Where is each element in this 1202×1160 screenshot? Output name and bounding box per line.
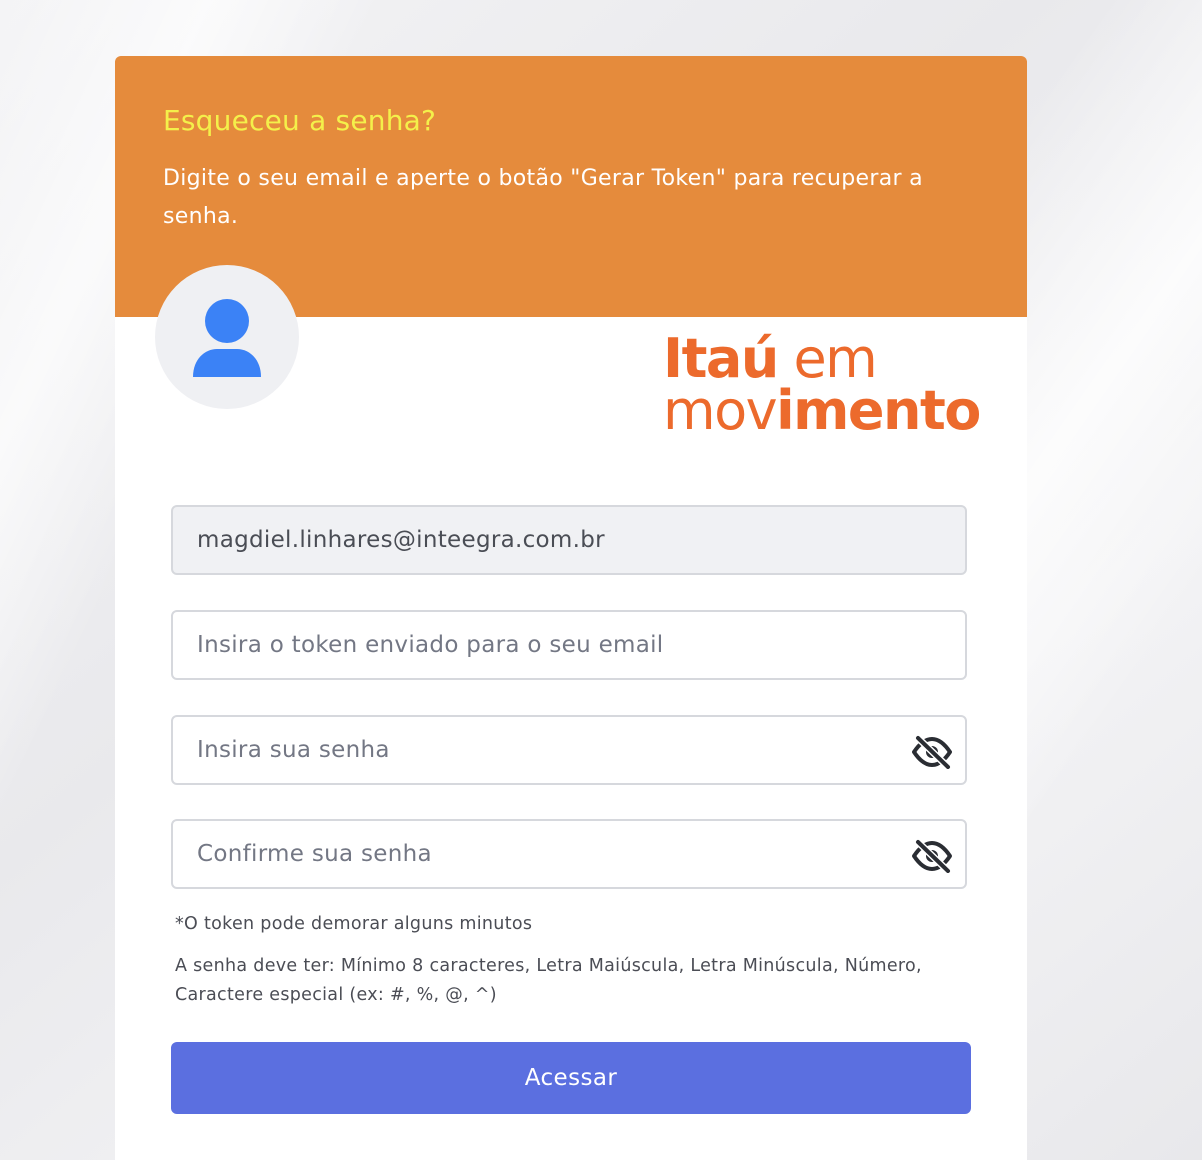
- confirm-password-field[interactable]: [171, 819, 967, 889]
- page-subtitle: Digite o seu email e aperte o botão "Ger…: [163, 166, 923, 229]
- page-title: Esqueceu a senha?: [163, 104, 437, 137]
- email-input[interactable]: [173, 507, 965, 573]
- logo-text-imento: imento: [776, 379, 981, 442]
- password-recovery-card: Esqueceu a senha? Digite o seu email e a…: [115, 56, 1027, 1160]
- submit-button[interactable]: Acessar: [171, 1042, 971, 1114]
- password-field[interactable]: [171, 715, 967, 785]
- token-note: *O token pode demorar alguns minutos: [175, 914, 533, 934]
- logo-text-mov: mov: [663, 379, 778, 442]
- avatar: [155, 265, 299, 409]
- token-field[interactable]: [171, 610, 967, 680]
- password-input[interactable]: [173, 717, 965, 783]
- user-icon: [193, 299, 261, 377]
- confirm-password-input[interactable]: [173, 821, 965, 887]
- eye-off-icon[interactable]: [911, 839, 953, 873]
- email-field[interactable]: [171, 505, 967, 575]
- password-rules: A senha deve ter: Mínimo 8 caracteres, L…: [175, 956, 922, 1005]
- eye-off-icon[interactable]: [911, 735, 953, 769]
- token-input[interactable]: [173, 612, 965, 678]
- itau-em-movimento-logo: Itaú em movimento: [663, 332, 993, 438]
